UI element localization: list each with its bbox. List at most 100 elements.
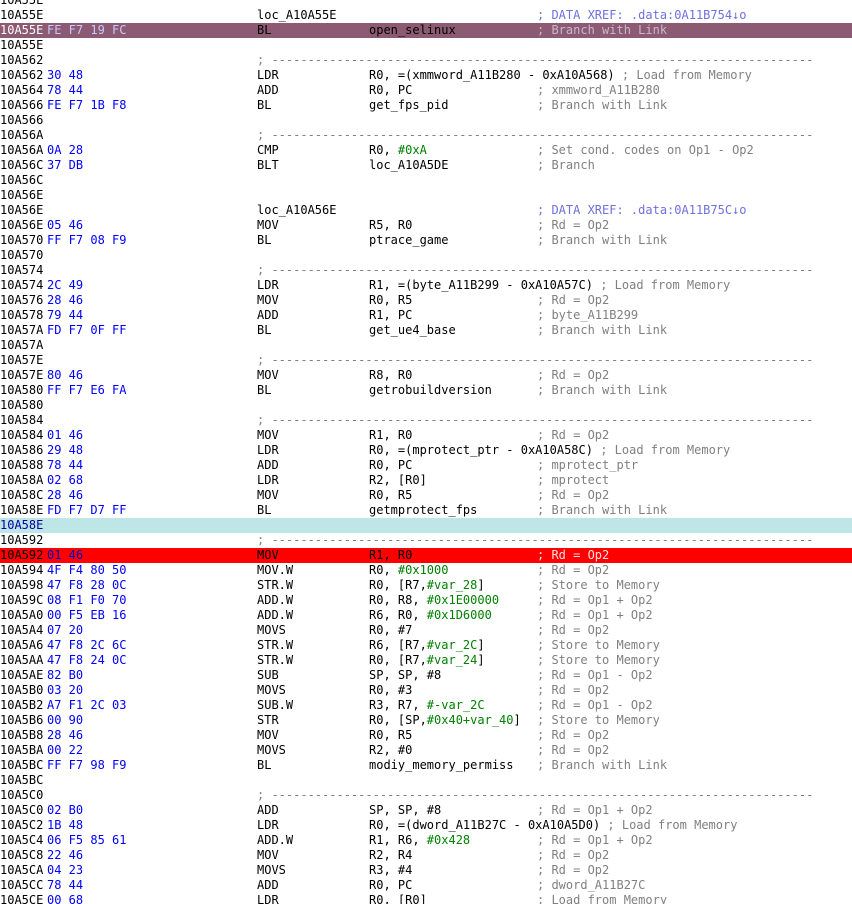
operands[interactable]: R6, R0, #0x1D6000 <box>369 608 492 623</box>
operands[interactable]: R1, PC <box>369 308 412 323</box>
operands[interactable]: getmprotect_fps <box>369 503 477 518</box>
operands[interactable]: R0, R8, #0x1E00000 <box>369 593 499 608</box>
listing-row[interactable]: 10A5A6 47 F8 2C 6C STR.W R6, [R7,#var_2C] ; … <box>0 638 852 653</box>
operands[interactable]: R3, R7, #-var_2C <box>369 698 485 713</box>
listing-row[interactable]: 10A578 79 44 ADD R1, PC ; byte_A11B299 <box>0 308 852 323</box>
operands[interactable]: R5, R0 <box>369 218 412 233</box>
listing-row[interactable]: 10A5BA 00 22 MOVS R2, #0 ; Rd = Op2 <box>0 743 852 758</box>
listing-row[interactable]: 10A58C 28 46 MOV R0, R5 ; Rd = Op2 <box>0 488 852 503</box>
operands[interactable]: R1, R0 <box>369 548 412 563</box>
data-xref-comment[interactable]: ; DATA XREF: .data:0A11B754↓o <box>537 8 747 23</box>
listing-row[interactable]: 10A570 <box>0 248 852 263</box>
data-xref-comment[interactable]: ; DATA XREF: .data:0A11B75C↓o <box>537 203 747 218</box>
listing-row[interactable]: 10A55E loc_A10A55E ; DATA XREF: .data:0A11… <box>0 8 852 23</box>
listing-row[interactable]: 10A5C0 ; --------------------------------… <box>0 788 852 803</box>
listing-row[interactable]: 10A580 FF F7 E6 FA BL getrobuildversion ; Br… <box>0 383 852 398</box>
operands[interactable]: get_ue4_base <box>369 323 456 338</box>
listing-row[interactable]: 10A594 4F F4 80 50 MOV.W R0, #0x1000 ; Rd = … <box>0 563 852 578</box>
operands[interactable]: R8, R0 <box>369 368 412 383</box>
operands[interactable]: R0, R5 <box>369 293 412 308</box>
listing-row[interactable]: 10A57A <box>0 338 852 353</box>
listing-row[interactable]: 10A576 28 46 MOV R0, R5 ; Rd = Op2 <box>0 293 852 308</box>
operands[interactable]: R0, =(xmmword_A11B280 - 0xA10A568) ; Loa… <box>369 68 752 83</box>
operands[interactable]: R2, [R0] <box>369 473 427 488</box>
disassembly-listing[interactable]: 10A55E 10A55E loc_A10A55E; DATA XREF: .dat… <box>0 0 852 904</box>
listing-row[interactable]: 10A5B2 A7 F1 2C 03 SUB.W R3, R7, #-var_2C ; … <box>0 698 852 713</box>
operands[interactable]: R0, #3 <box>369 683 412 698</box>
listing-row[interactable]: 10A566 <box>0 113 852 128</box>
operands[interactable]: SP, SP, #8 <box>369 803 441 818</box>
listing-row[interactable]: 10A562 ; --------------------------------… <box>0 53 852 68</box>
operands[interactable]: R0, =(dword_A11B27C - 0xA10A5D0) ; Load … <box>369 818 737 833</box>
listing-row[interactable]: 10A5CE 00 68 LDR R0, [R0] ; Load from Memory <box>0 893 852 904</box>
listing-row[interactable]: 10A5C4 06 F5 85 61 ADD.W R1, R6, #0x428 ; Rd… <box>0 833 852 848</box>
listing-row[interactable]: 10A5C0 02 B0 ADD SP, SP, #8 ; Rd = Op1 + Op2 <box>0 803 852 818</box>
listing-row[interactable]: 10A56E 05 46 MOV R5, R0 ; Rd = Op2 <box>0 218 852 233</box>
listing-row[interactable]: 10A56C <box>0 173 852 188</box>
listing-row[interactable]: 10A5A4 07 20 MOVS R0, #7 ; Rd = Op2 <box>0 623 852 638</box>
listing-row[interactable]: 10A56E <box>0 188 852 203</box>
listing-row[interactable]: 10A56A ; --------------------------------… <box>0 128 852 143</box>
operands[interactable]: SP, SP, #8 <box>369 668 441 683</box>
listing-row[interactable]: 10A5BC <box>0 773 852 788</box>
operands[interactable]: R0, #0x1000 <box>369 563 448 578</box>
listing-row[interactable]: 10A55E FE F7 19 FC BL open_selinux ; Branch … <box>0 23 852 38</box>
listing-row[interactable]: 10A55E <box>0 0 852 8</box>
operands[interactable]: R1, =(byte_A11B299 - 0xA10A57C) ; Load f… <box>369 278 730 293</box>
operands[interactable]: get_fps_pid <box>369 98 448 113</box>
listing-row[interactable]: 10A588 78 44 ADD R0, PC ; mprotect_ptr <box>0 458 852 473</box>
listing-row[interactable]: 10A57A FD F7 0F FF BL get_ue4_base ; Branch … <box>0 323 852 338</box>
listing-row[interactable]: 10A58E <box>0 518 852 533</box>
listing-row[interactable]: 10A564 78 44 ADD R0, PC ; xmmword_A11B280 <box>0 83 852 98</box>
listing-row[interactable]: 10A574 ; --------------------------------… <box>0 263 852 278</box>
listing-row[interactable]: 10A584 01 46 MOV R1, R0 ; Rd = Op2 <box>0 428 852 443</box>
listing-row[interactable]: 10A5BC FF F7 98 F9 BL modiy_memory_permiss;… <box>0 758 852 773</box>
operands[interactable]: R0, [R7,#var_24] <box>369 653 485 668</box>
listing-row[interactable]: 10A574 2C 49 LDR R1, =(byte_A11B299 - 0xA10… <box>0 278 852 293</box>
listing-row[interactable]: 10A56E loc_A10A56E ; DATA XREF: .data:0A11… <box>0 203 852 218</box>
operands[interactable]: R0, R5 <box>369 728 412 743</box>
operands[interactable]: R0, #0xA <box>369 143 427 158</box>
listing-row[interactable]: 10A5AA 47 F8 24 0C STR.W R0, [R7,#var_24] ; … <box>0 653 852 668</box>
listing-row[interactable]: 10A586 29 48 LDR R0, =(mprotect_ptr - 0xA10… <box>0 443 852 458</box>
operands[interactable]: R1, R6, #0x428 <box>369 833 470 848</box>
operands[interactable]: open_selinux <box>369 23 456 38</box>
operands[interactable]: R0, R5 <box>369 488 412 503</box>
listing-row[interactable]: 10A58A 02 68 LDR R2, [R0] ; mprotect <box>0 473 852 488</box>
listing-row[interactable]: 10A562 30 48 LDR R0, =(xmmword_A11B280 - 0x… <box>0 68 852 83</box>
listing-row[interactable]: 10A5B0 03 20 MOVS R0, #3 ; Rd = Op2 <box>0 683 852 698</box>
listing-row[interactable]: 10A592 01 46 MOV R1, R0 ; Rd = Op2 <box>0 548 852 563</box>
listing-row[interactable]: 10A5CC 78 44 ADD R0, PC ; dword_A11B27C <box>0 878 852 893</box>
listing-row[interactable]: 10A57E 80 46 MOV R8, R0 ; Rd = Op2 <box>0 368 852 383</box>
operands[interactable]: modiy_memory_permiss <box>369 758 514 773</box>
listing-row[interactable]: 10A570 FF F7 08 F9 BL ptrace_game ; Branch w… <box>0 233 852 248</box>
listing-row[interactable]: 10A5C2 1B 48 LDR R0, =(dword_A11B27C - 0xA1… <box>0 818 852 833</box>
operands[interactable]: R0, #7 <box>369 623 412 638</box>
operands[interactable]: R0, [R0] <box>369 893 427 904</box>
listing-row[interactable]: 10A58E FD F7 D7 FF BL getmprotect_fps ; Bran… <box>0 503 852 518</box>
operands[interactable]: ptrace_game <box>369 233 448 248</box>
operands[interactable]: R0, =(mprotect_ptr - 0xA10A58C) ; Load f… <box>369 443 730 458</box>
operands[interactable]: R0, PC <box>369 83 412 98</box>
operands[interactable]: R0, [SP,#0x40+var_40] <box>369 713 521 728</box>
listing-row[interactable]: 10A56A 0A 28 CMP R0, #0xA ; Set cond. codes … <box>0 143 852 158</box>
listing-row[interactable]: 10A566 FE F7 1B F8 BL get_fps_pid ; Branch w… <box>0 98 852 113</box>
operands[interactable]: R3, #4 <box>369 863 412 878</box>
listing-row[interactable]: 10A57E ; --------------------------------… <box>0 353 852 368</box>
listing-row[interactable]: 10A59C 08 F1 F0 70 ADD.W R0, R8, #0x1E00000… <box>0 593 852 608</box>
listing-row[interactable]: 10A5AE 82 B0 SUB SP, SP, #8 ; Rd = Op1 - Op2 <box>0 668 852 683</box>
listing-row[interactable]: 10A5CA 04 23 MOVS R3, #4 ; Rd = Op2 <box>0 863 852 878</box>
listing-row[interactable]: 10A598 47 F8 28 0C STR.W R0, [R7,#var_28] ; … <box>0 578 852 593</box>
operands[interactable]: R0, PC <box>369 458 412 473</box>
listing-row[interactable]: 10A580 <box>0 398 852 413</box>
operands[interactable]: R2, R4 <box>369 848 412 863</box>
listing-row[interactable]: 10A5A0 00 F5 EB 16 ADD.W R6, R0, #0x1D6000;… <box>0 608 852 623</box>
operands[interactable]: R2, #0 <box>369 743 412 758</box>
listing-row[interactable]: 10A5C8 22 46 MOV R2, R4 ; Rd = Op2 <box>0 848 852 863</box>
listing-row[interactable]: 10A55E <box>0 38 852 53</box>
code-label[interactable]: loc_A10A56E <box>257 203 336 218</box>
listing-row[interactable]: 10A592 ; --------------------------------… <box>0 533 852 548</box>
operands[interactable]: R6, [R7,#var_2C] <box>369 638 485 653</box>
listing-row[interactable]: 10A5B8 28 46 MOV R0, R5 ; Rd = Op2 <box>0 728 852 743</box>
listing-row[interactable]: 10A5B6 00 90 STR R0, [SP,#0x40+var_40] ; Sto… <box>0 713 852 728</box>
